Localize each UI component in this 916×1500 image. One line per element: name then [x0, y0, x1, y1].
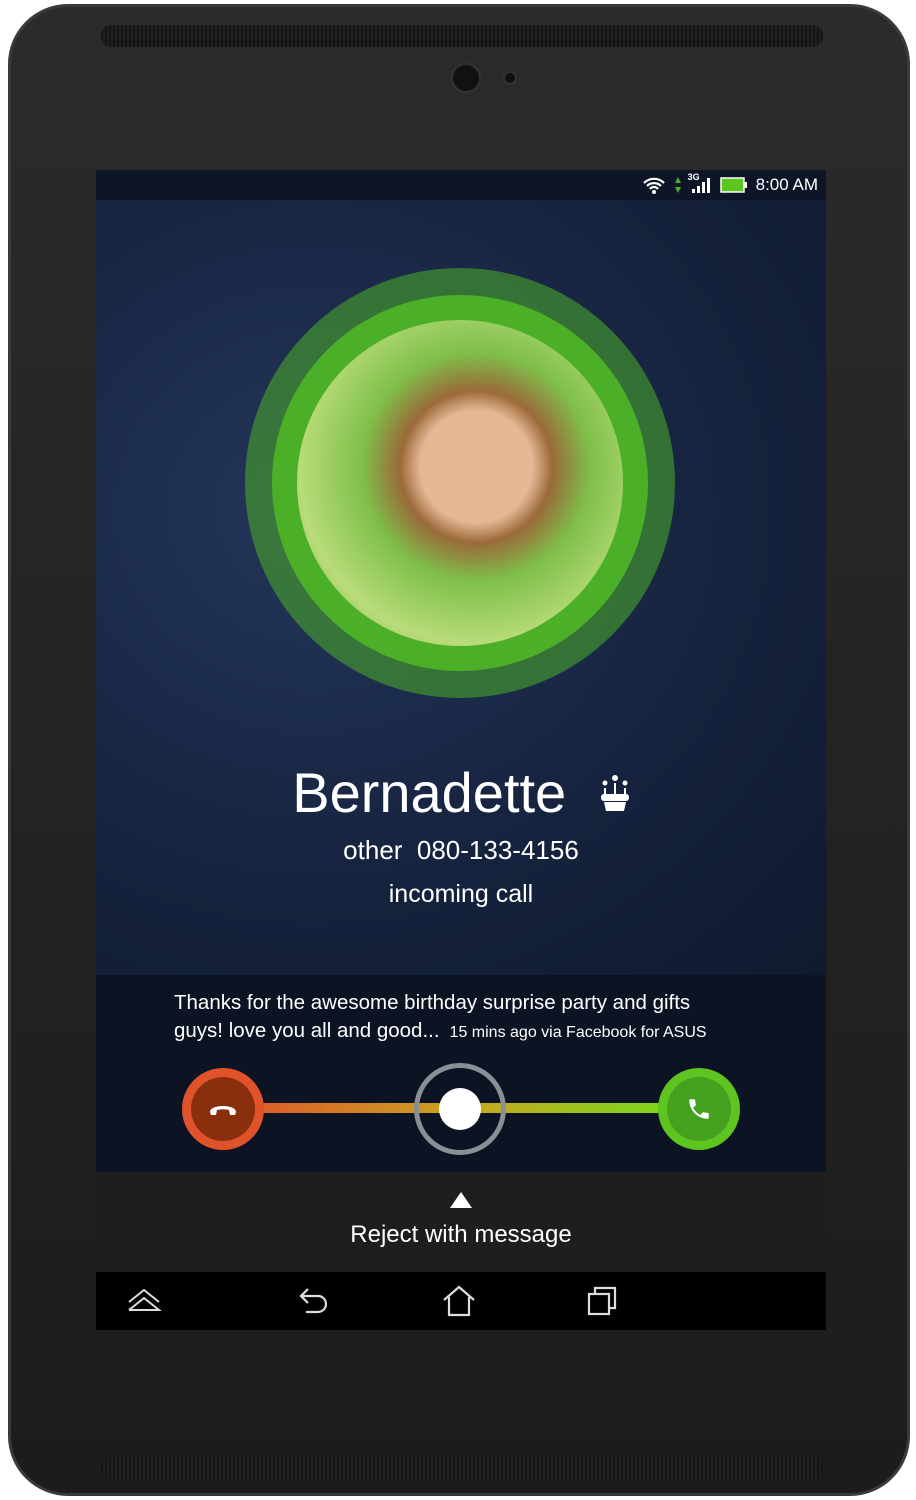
navigation-bar	[96, 1272, 826, 1330]
decline-button[interactable]	[182, 1068, 264, 1150]
slider-handle[interactable]	[414, 1063, 506, 1155]
caller-name-row: Bernadette	[96, 760, 826, 825]
screen: 3G 8:00 AM Bernadette other 080-133-4156…	[96, 170, 826, 1330]
caller-name: Bernadette	[292, 761, 567, 824]
recents-icon[interactable]	[586, 1284, 622, 1318]
caller-number: 080-133-4156	[416, 835, 579, 865]
phone-hangup-icon	[210, 1106, 236, 1115]
reject-label: Reject with message	[350, 1221, 572, 1248]
reject-with-message[interactable]: Reject with message	[96, 1172, 826, 1272]
chevron-up-icon[interactable]	[126, 1284, 162, 1318]
status-message-line2: guys! love you all and good...	[174, 1019, 440, 1042]
clock: 8:00 AM	[755, 175, 818, 194]
data-arrows-icon	[674, 177, 681, 193]
bottom-speaker	[101, 1457, 823, 1479]
caller-number-row: other 080-133-4156	[96, 835, 826, 866]
number-label: other	[343, 835, 403, 865]
back-icon[interactable]	[296, 1284, 332, 1318]
incoming-call-panel: Bernadette other 080-133-4156 incoming c…	[96, 200, 826, 975]
caller-avatar	[297, 320, 623, 646]
social-update: Thanks for the awesome birthday surprise…	[96, 975, 826, 1172]
status-message-line1: Thanks for the awesome birthday surprise…	[174, 991, 691, 1014]
battery-icon	[719, 177, 747, 193]
triangle-up-icon	[450, 1192, 472, 1208]
network-type: 3G	[687, 172, 700, 182]
sensor	[503, 71, 517, 85]
home-icon[interactable]	[441, 1284, 477, 1318]
birthday-cake-icon	[600, 775, 629, 811]
status-meta: 15 mins ago via Facebook for ASUS	[449, 1024, 707, 1041]
status-bar: 3G 8:00 AM	[96, 170, 826, 200]
front-camera	[451, 63, 481, 93]
wifi-icon	[642, 177, 665, 194]
phone-icon	[689, 1099, 709, 1119]
signal-icon: 3G	[688, 172, 712, 194]
call-state: incoming call	[388, 880, 534, 908]
top-speaker	[101, 25, 823, 47]
answer-button[interactable]	[658, 1068, 740, 1150]
